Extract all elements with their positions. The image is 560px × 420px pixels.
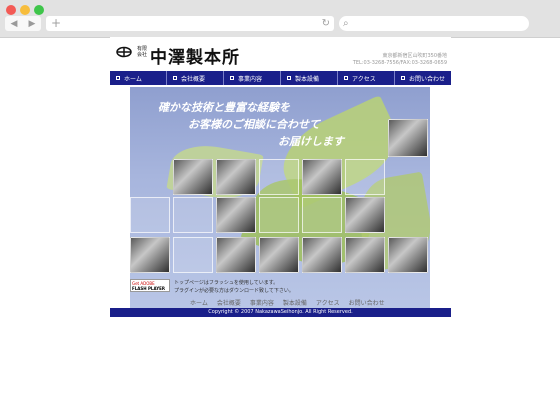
footer-link-equipment[interactable]: 製本設備	[283, 298, 307, 307]
minimize-window-button[interactable]	[20, 5, 30, 15]
footer-link-company[interactable]: 会社概要	[217, 298, 241, 307]
footer-link-access[interactable]: アクセス	[316, 298, 340, 307]
forward-icon[interactable]: ▶	[29, 19, 36, 29]
photo-tile	[130, 237, 170, 273]
bullet-icon	[173, 76, 177, 80]
bullet-icon	[230, 76, 234, 80]
company-type-label: 有限会社	[137, 46, 148, 58]
flash-badge-bottom: FLASH PLAYER	[132, 286, 165, 291]
back-icon[interactable]: ◀	[11, 19, 18, 29]
search-input[interactable]: ⌕	[339, 16, 529, 31]
reload-icon[interactable]: ↻	[322, 16, 330, 31]
photo-tile	[302, 159, 342, 195]
bullet-icon	[401, 76, 405, 80]
bullet-icon	[287, 76, 291, 80]
footer-link-contact[interactable]: お問い合わせ	[349, 298, 385, 307]
hero-line-2: お客様のご相談に合わせて	[188, 118, 320, 131]
grid-tile	[259, 197, 299, 233]
menu-item-access[interactable]: アクセス	[338, 71, 395, 85]
photo-tile	[388, 237, 428, 273]
address-bar[interactable]: + ↻	[46, 16, 334, 31]
photo-tile	[259, 237, 299, 273]
menu-item-label: 事業内容	[238, 75, 263, 83]
new-tab-icon[interactable]: +	[51, 16, 61, 31]
grid-tile	[130, 197, 170, 233]
flash-notice: トップページはフラッシュを使用しています。 プラグインが必要な方はダウンロード致…	[174, 279, 294, 295]
grid-tile	[345, 159, 385, 195]
copyright-bar: Copyright © 2007 NakazawaSeihonjo. All R…	[110, 308, 451, 317]
history-nav: ◀ ▶	[5, 16, 41, 31]
menu-item-contact[interactable]: お問い合わせ	[395, 71, 451, 85]
hero-line-1: 確かな技術と豊富な経験を	[158, 101, 290, 114]
hero-flash-banner[interactable]: 確かな技術と豊富な経験を お客様のご相談に合わせて お届けします	[130, 87, 430, 309]
menu-item-label: アクセス	[352, 75, 376, 83]
flash-notice-line: プラグインが必要な方はダウンロード致して下さい。	[174, 288, 294, 294]
company-address: 東京都新宿区山吹町350番地 TEL:03-3268-7556/FAX:03-3…	[353, 53, 447, 67]
get-flash-player-button[interactable]: Get ADOBE FLASH PLAYER	[130, 279, 170, 292]
footer-nav: ホーム 会社概要 事業内容 製本設備 アクセス お問い合わせ	[190, 298, 385, 307]
site-header: 有限会社 中澤製本所 東京都新宿区山吹町350番地 TEL:03-3268-75…	[110, 37, 451, 71]
menu-item-equipment[interactable]: 製本設備	[281, 71, 338, 85]
photo-tile	[388, 119, 428, 157]
footer-link-business[interactable]: 事業内容	[250, 298, 274, 307]
phone-fax-line: TEL:03-3268-7556/FAX:03-3268-0659	[352, 60, 447, 66]
photo-tile	[345, 237, 385, 273]
menu-item-company[interactable]: 会社概要	[167, 71, 224, 85]
grid-tile	[173, 197, 213, 233]
company-logo-icon	[116, 46, 132, 58]
hero-line-3: お届けします	[278, 135, 344, 148]
footer-link-home[interactable]: ホーム	[190, 298, 208, 307]
main-menu: ホーム 会社概要 事業内容 製本設備 アクセス お問い合わせ	[110, 71, 451, 85]
bullet-icon	[116, 76, 120, 80]
company-name[interactable]: 中澤製本所	[150, 43, 240, 68]
menu-item-label: 製本設備	[295, 75, 320, 83]
menu-item-business[interactable]: 事業内容	[224, 71, 281, 85]
photo-tile	[216, 197, 256, 233]
menu-item-label: 会社概要	[181, 75, 206, 83]
bullet-icon	[344, 76, 348, 80]
grid-tile	[259, 159, 299, 195]
grid-tile	[302, 197, 342, 233]
menu-item-label: ホーム	[124, 75, 142, 83]
photo-tile	[216, 237, 256, 273]
grid-tile	[173, 237, 213, 273]
address-line: 東京都新宿区山吹町350番地	[382, 53, 447, 59]
close-window-button[interactable]	[6, 5, 16, 15]
menu-item-label: お問い合わせ	[409, 75, 446, 83]
browser-toolbar: ◀ ▶ + ↻ ⌕	[0, 0, 560, 38]
menu-item-home[interactable]: ホーム	[110, 71, 167, 85]
flash-notice-line: トップページはフラッシュを使用しています。	[174, 280, 279, 286]
photo-tile	[302, 237, 342, 273]
website: 有限会社 中澤製本所 東京都新宿区山吹町350番地 TEL:03-3268-75…	[110, 37, 451, 319]
search-icon: ⌕	[343, 18, 349, 29]
photo-tile	[345, 197, 385, 233]
maximize-window-button[interactable]	[34, 5, 44, 15]
photo-tile	[173, 159, 213, 195]
photo-tile	[216, 159, 256, 195]
